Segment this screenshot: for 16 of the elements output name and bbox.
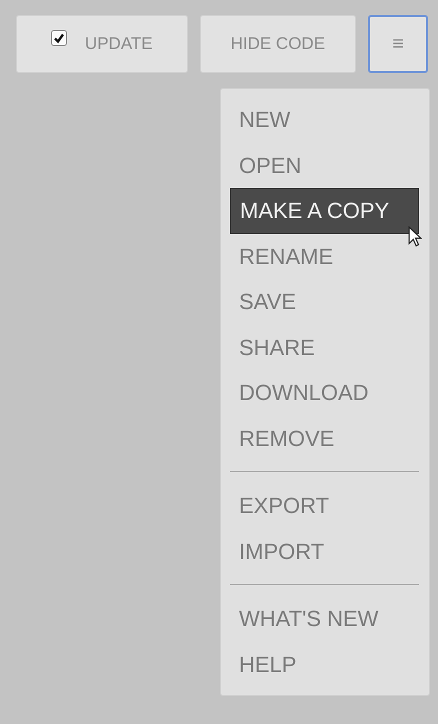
menu-item[interactable]: NEW [230, 97, 419, 142]
menu-item[interactable]: EXPORT [230, 483, 419, 528]
menu-item[interactable]: DOWNLOAD [230, 370, 419, 416]
menu-item[interactable]: REMOVE [230, 416, 419, 461]
menu-item[interactable]: SHARE [230, 324, 419, 370]
update-button[interactable]: UPDATE [16, 15, 188, 73]
menu-item[interactable]: WHAT'S NEW [230, 596, 419, 642]
menu-item[interactable]: SAVE [230, 279, 419, 324]
menu-item[interactable]: IMPORT [230, 528, 419, 574]
menu-button[interactable]: ≡ [368, 15, 428, 73]
pointer-cursor-icon [408, 226, 422, 246]
menu-item[interactable]: OPEN [230, 142, 419, 188]
checkbox[interactable] [50, 30, 67, 46]
hide-code-button[interactable]: HIDE CODE [200, 15, 356, 73]
menu-item[interactable]: RENAME [230, 234, 419, 279]
menu-item[interactable]: HELP [230, 642, 419, 687]
